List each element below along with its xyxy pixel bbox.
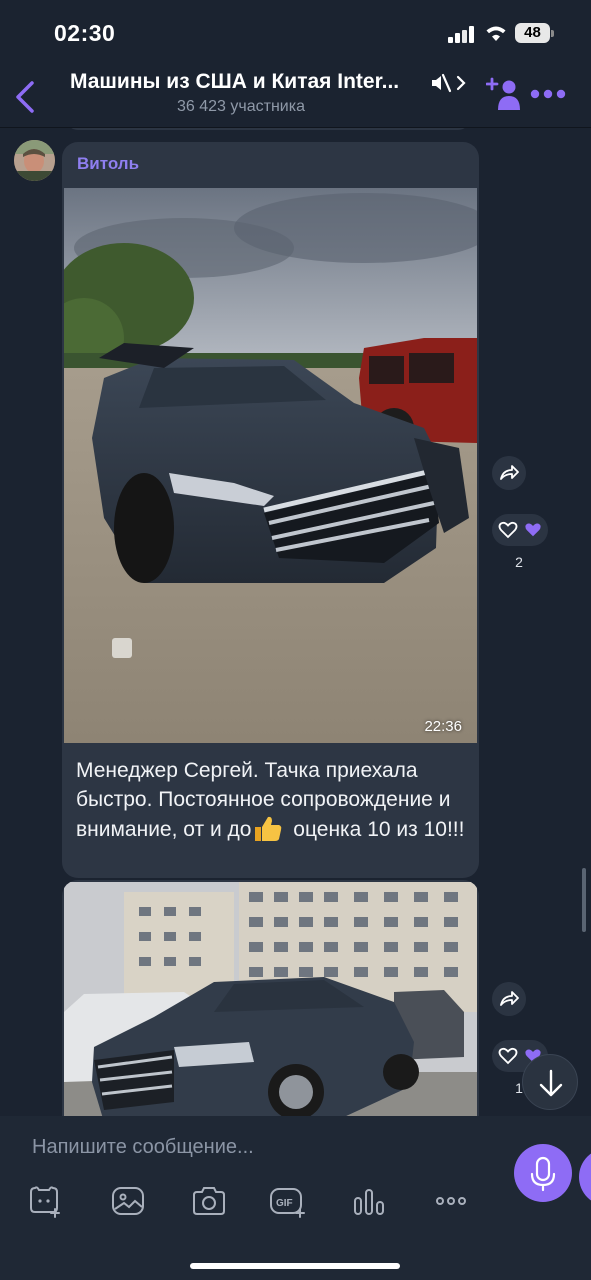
members-count: 36 423 участника <box>177 98 305 115</box>
message-caption: Менеджер Сергей. Тачка приехала быстро. … <box>76 756 471 844</box>
reaction-count: 2 <box>515 554 523 570</box>
chat-title[interactable]: Машины из США и Китая Inter... <box>70 70 416 94</box>
heart-outline-icon <box>498 521 518 539</box>
message-bubble[interactable]: Витоль 22:36 Менеджер Сергей. Тачка прие… <box>62 142 479 878</box>
scrollbar[interactable] <box>582 868 586 932</box>
message-composer: GIF <box>0 1116 591 1280</box>
sticker-icon[interactable] <box>27 1184 63 1218</box>
chevron-right-icon <box>456 75 466 91</box>
wifi-icon <box>486 26 506 41</box>
mic-icon <box>530 1156 556 1192</box>
svg-text:GIF: GIF <box>276 1198 293 1209</box>
gallery-icon[interactable] <box>110 1184 146 1218</box>
heart-filled-icon <box>525 523 541 537</box>
avatar[interactable] <box>14 140 55 181</box>
caption-rating: оценка 10 из 10!!! <box>287 818 465 841</box>
status-bar: 02:30 48 <box>0 0 591 62</box>
share-icon-2[interactable] <box>492 982 526 1016</box>
chat-area[interactable]: Витоль 22:36 Менеджер Сергей. Тачка прие… <box>0 128 591 1116</box>
add-user-icon[interactable] <box>486 76 522 112</box>
more-attachments-icon[interactable] <box>433 1184 469 1218</box>
arrow-down-icon <box>539 1069 563 1097</box>
message-input[interactable] <box>32 1134 472 1160</box>
scroll-down-button[interactable] <box>522 1054 578 1110</box>
message-photo[interactable]: 22:36 <box>64 188 477 743</box>
mic-button[interactable] <box>514 1144 572 1202</box>
mute-icon <box>432 73 452 93</box>
sender-name[interactable]: Витоль <box>77 154 139 174</box>
status-time: 02:30 <box>54 20 116 46</box>
message-time: 22:36 <box>424 718 462 735</box>
previous-message <box>66 128 470 130</box>
reaction-button[interactable] <box>492 514 548 546</box>
more-options-icon[interactable] <box>530 86 566 102</box>
message-photo-2[interactable] <box>64 882 477 1116</box>
thumbs-up-emoji-icon <box>255 816 282 841</box>
back-button[interactable] <box>12 80 38 114</box>
gif-icon[interactable]: GIF <box>270 1184 306 1218</box>
mic-button-edge <box>579 1148 591 1206</box>
share-icon[interactable] <box>492 456 526 490</box>
heart-outline-icon <box>498 1047 518 1065</box>
signal-icon <box>448 26 474 43</box>
chat-header: Машины из США и Китая Inter... 36 423 уч… <box>0 62 591 128</box>
poll-icon[interactable] <box>351 1184 387 1218</box>
message-bubble-2[interactable] <box>62 880 479 1116</box>
camera-icon[interactable] <box>191 1184 227 1218</box>
home-indicator <box>190 1263 400 1269</box>
battery-indicator: 48 <box>515 23 554 43</box>
